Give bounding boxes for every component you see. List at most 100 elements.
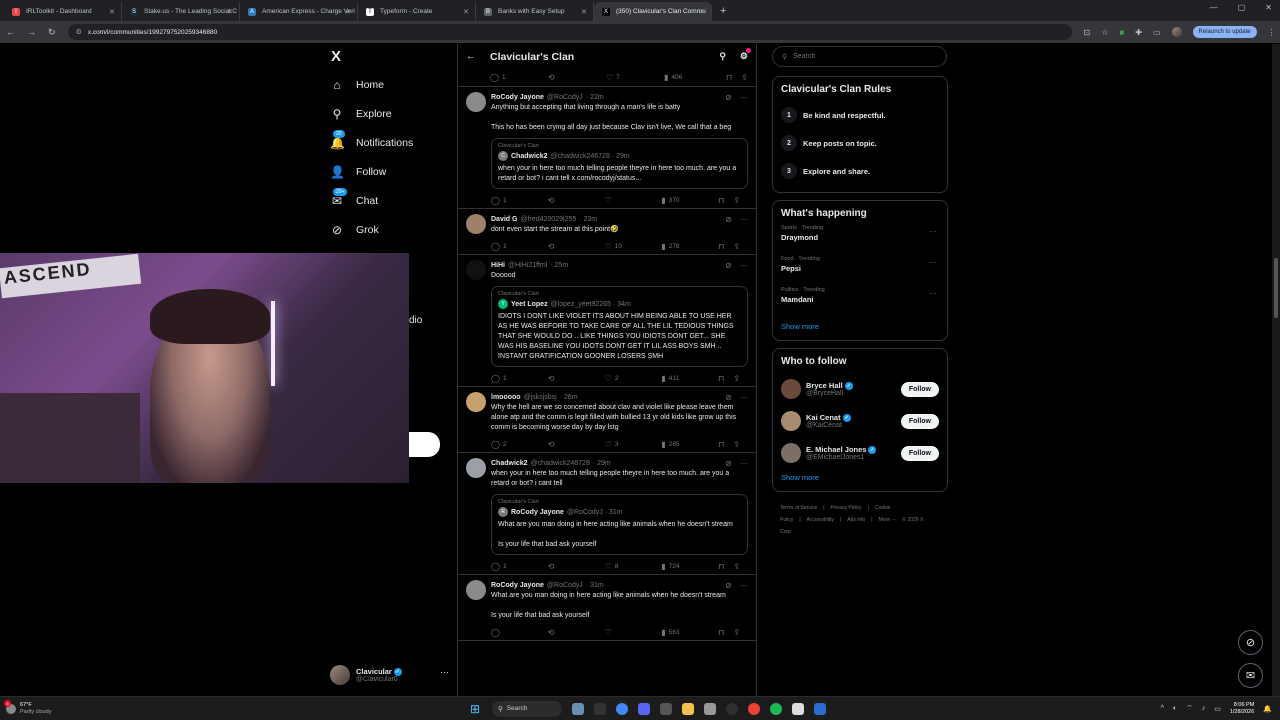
nav-item-follow[interactable]: 👤 Follow: [326, 157, 456, 186]
browser-tab[interactable]: X (350) Clavicular's Clan Commu ✕: [594, 2, 712, 21]
notification-bell-icon[interactable]: 🔔: [1263, 705, 1272, 713]
new-tab-icon[interactable]: +: [720, 2, 726, 21]
bookmark-icon[interactable]: ⊓: [718, 562, 724, 571]
x-logo-icon[interactable]: X: [331, 48, 456, 70]
quoted-tweet[interactable]: Clavicular's Clan R RoCody Jayone @RoCodyJ …: [491, 494, 748, 555]
more-icon[interactable]: ···: [929, 289, 937, 298]
taskbar-app-grok-icon[interactable]: [814, 702, 826, 715]
views-button[interactable]: ▮ 563: [661, 628, 718, 637]
taskbar-app-chrome2-icon[interactable]: [748, 702, 760, 715]
windows-start-icon[interactable]: ⊞: [470, 703, 482, 715]
nav-item-chat[interactable]: ✉ 20+ Chat: [326, 186, 456, 215]
grok-icon[interactable]: ⊘: [725, 215, 732, 224]
share-icon[interactable]: ⇪: [733, 628, 740, 637]
tweet[interactable]: David G @fred420029l255 · 23m ⊘ ··· dont even…: [458, 209, 756, 255]
retweet-button[interactable]: ⟲: [548, 628, 605, 637]
reload-icon[interactable]: ↻: [48, 27, 56, 38]
more-icon[interactable]: ···: [929, 227, 937, 236]
page-scrollbar-thumb[interactable]: [1274, 258, 1278, 318]
tweet-author-handle[interactable]: @RoCodyJ: [547, 94, 583, 101]
grok-fab-icon[interactable]: ⊘: [1238, 630, 1263, 655]
taskbar-app-store-icon[interactable]: [704, 702, 716, 715]
tweet-avatar[interactable]: [466, 260, 486, 280]
reply-button[interactable]: ◯ 1: [490, 73, 548, 82]
tab-close-icon[interactable]: ✕: [463, 8, 469, 16]
bookmark-icon[interactable]: ⊓: [718, 440, 724, 449]
like-button[interactable]: ♡: [605, 628, 662, 637]
suggestion-avatar[interactable]: [781, 379, 801, 399]
weather-widget[interactable]: 5 67°F Partly cloudy: [0, 699, 470, 716]
tweet[interactable]: RoCody Jayone @RoCodyJ · 31m ⊘ ··· What are y…: [458, 575, 756, 641]
tray-volume-icon[interactable]: ♪: [1202, 705, 1206, 712]
tray-chevron-icon[interactable]: ^: [1161, 705, 1164, 712]
share-icon[interactable]: ⇪: [733, 440, 740, 449]
browser-tab[interactable]: T Typeform - Create ✕: [358, 2, 476, 21]
browser-tab[interactable]: I IRLToolkit - Dashboard ✕: [4, 2, 122, 21]
tray-network-icon[interactable]: ⌔: [1186, 704, 1193, 713]
reply-button[interactable]: ◯ 1: [491, 242, 548, 251]
puzzle-icon[interactable]: ✚: [1135, 28, 1142, 37]
follow-suggestion[interactable]: Kai Cenat ✓ @KaiCenat Follow: [781, 405, 939, 437]
like-button[interactable]: ♡ 2: [605, 374, 662, 383]
taskbar-app-files-icon[interactable]: [594, 702, 606, 715]
share-icon[interactable]: ⇪: [741, 73, 748, 82]
grok-icon[interactable]: ⊘: [725, 261, 732, 270]
grok-icon[interactable]: ⊘: [725, 581, 732, 590]
taskbar-app-chrome-icon[interactable]: [616, 702, 628, 715]
nav-item-notifications[interactable]: 🔔 20 Notifications: [326, 128, 456, 157]
reply-button[interactable]: ◯ 1: [491, 374, 548, 383]
more-icon[interactable]: ···: [740, 393, 748, 402]
like-button[interactable]: ♡ 8: [605, 562, 662, 571]
suggestion-avatar[interactable]: [781, 443, 801, 463]
grok-icon[interactable]: ⊘: [725, 93, 732, 102]
tweet-avatar[interactable]: [466, 580, 486, 600]
taskbar-app-folder-icon[interactable]: [682, 702, 694, 715]
tweet-avatar[interactable]: [466, 92, 486, 112]
taskbar-app-notepad-icon[interactable]: [792, 702, 804, 715]
nav-item-grok[interactable]: ⊘ Grok: [326, 215, 456, 244]
bookmark-star-icon[interactable]: ☆: [1101, 28, 1108, 37]
views-button[interactable]: ▮ 278: [661, 242, 718, 251]
retweet-button[interactable]: ⟲: [548, 562, 605, 571]
more-icon[interactable]: ···: [440, 667, 449, 677]
tray-app-icon[interactable]: ◐: [1173, 705, 1177, 712]
tweet-author-handle[interactable]: @HiHi21ffml: [508, 262, 547, 269]
tweet-avatar[interactable]: [466, 392, 486, 412]
reply-button[interactable]: ◯: [491, 628, 548, 637]
grok-icon[interactable]: ⊘: [725, 393, 732, 402]
follow-button[interactable]: Follow: [900, 413, 939, 429]
bookmark-icon[interactable]: ⊓: [718, 628, 724, 637]
footer-link[interactable]: Privacy Policy: [831, 505, 862, 511]
tweet-avatar[interactable]: [466, 458, 486, 478]
tweet-author-name[interactable]: Chadwick2: [491, 460, 528, 467]
trend-item[interactable]: Politics · Trending Mamdani ···: [781, 287, 939, 318]
tweet[interactable]: lmooooo @jsksjsbsj · 26m ⊘ ··· Why the hell a…: [458, 387, 756, 453]
back-arrow-icon[interactable]: ←: [466, 51, 476, 62]
bookmark-icon[interactable]: ⊓: [718, 196, 724, 205]
views-button[interactable]: ▮ 370: [661, 196, 718, 205]
site-info-icon[interactable]: ⚙: [76, 28, 82, 36]
bookmark-icon[interactable]: ⊓: [718, 374, 724, 383]
follow-button[interactable]: Follow: [900, 445, 939, 461]
relaunch-button[interactable]: Relaunch to update: [1192, 26, 1257, 38]
minimize-icon[interactable]: —: [1210, 3, 1218, 12]
share-icon[interactable]: ⇪: [733, 374, 740, 383]
retweet-button[interactable]: ⟲: [548, 73, 606, 82]
tab-close-icon[interactable]: ✕: [109, 8, 115, 16]
forward-arrow-icon[interactable]: →: [27, 27, 36, 37]
more-icon[interactable]: ···: [740, 581, 748, 590]
follow-suggestion[interactable]: Bryce Hall ✓ @BryceHall Follow: [781, 373, 939, 405]
footer-link[interactable]: Terms of Service: [780, 505, 817, 511]
tweet-timestamp[interactable]: · 26m: [560, 394, 578, 401]
tweet-author-handle[interactable]: @RoCodyJ: [547, 582, 583, 589]
footer-link[interactable]: Ads info: [847, 517, 865, 523]
taskbar-clock[interactable]: 8:06 PM 1/28/2026: [1230, 702, 1254, 716]
more-icon[interactable]: ···: [740, 459, 748, 468]
tweet-author-name[interactable]: HiHi: [491, 262, 505, 269]
taskbar-app-terminal-icon[interactable]: [660, 702, 672, 715]
tab-close-icon[interactable]: ✕: [581, 8, 587, 16]
retweet-button[interactable]: ⟲: [548, 440, 605, 449]
browser-tab[interactable]: B Banks with Easy Setup ✕: [476, 2, 594, 21]
tab-close-icon[interactable]: ✕: [227, 8, 233, 16]
browser-tab[interactable]: A American Express - Charge Veri ✕: [240, 2, 358, 21]
